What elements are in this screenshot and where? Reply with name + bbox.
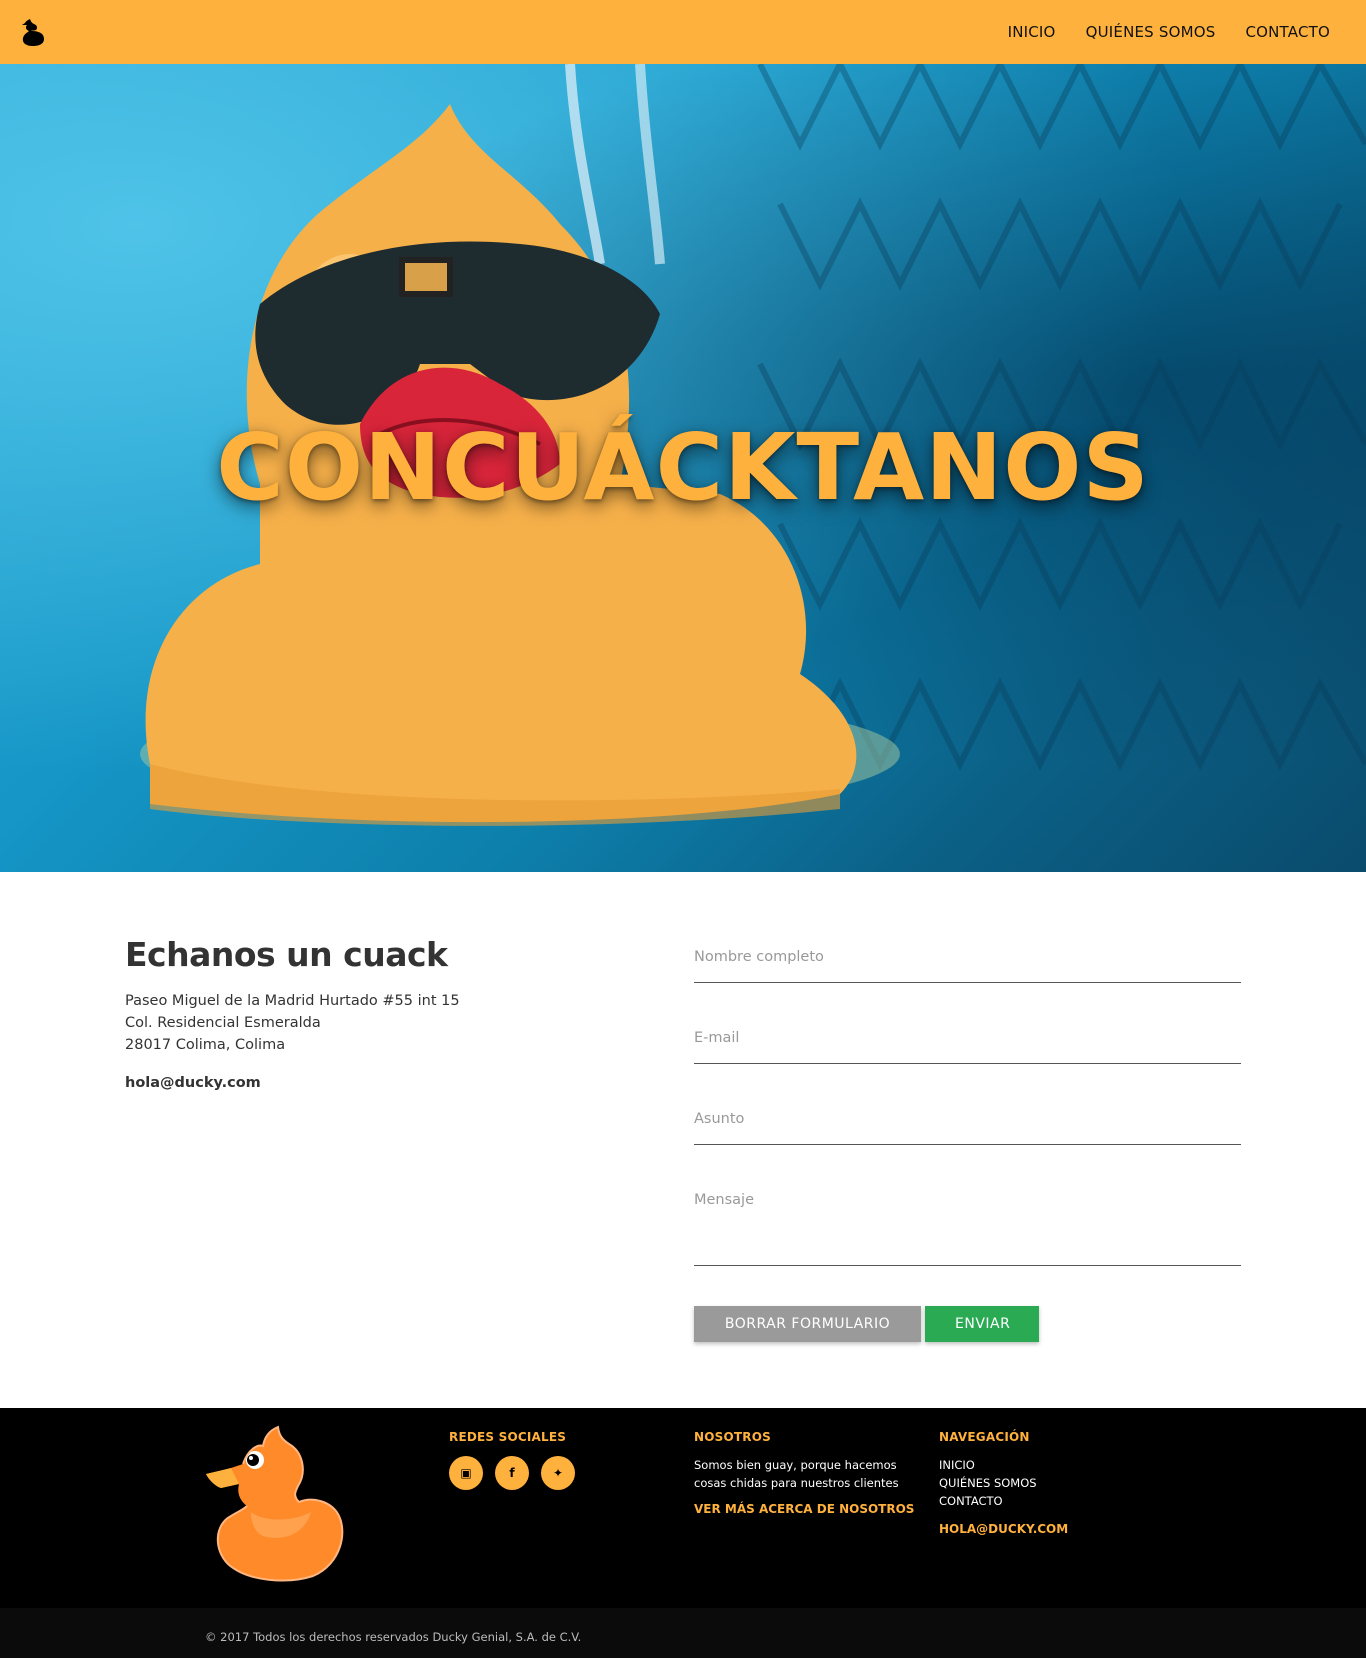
address-line-3: 28017 Colima, Colima	[125, 1037, 286, 1053]
facebook-icon[interactable]: f	[495, 1456, 529, 1490]
nav-item-inicio[interactable]: INICIO	[1008, 23, 1056, 41]
main-nav: INICIO QUIÉNES SOMOS CONTACTO	[1008, 23, 1330, 41]
contact-email[interactable]: hola@ducky.com	[125, 1072, 575, 1094]
message-input[interactable]	[694, 1188, 1241, 1258]
address-line-1: Paseo Miguel de la Madrid Hurtado #55 in…	[125, 993, 460, 1009]
duck-logo-icon[interactable]	[20, 17, 46, 47]
about-text: Somos bien guay, porque hacemos cosas ch…	[694, 1458, 899, 1490]
social-column: REDES SOCIALES ▣ f ✦	[449, 1430, 575, 1490]
footer-nav-contacto[interactable]: CONTACTO	[939, 1492, 1068, 1510]
clear-form-button[interactable]: BORRAR FORMULARIO	[694, 1306, 921, 1342]
subject-field-wrapper	[694, 1107, 1241, 1145]
about-title: NOSOTROS	[694, 1430, 771, 1444]
message-field-wrapper	[694, 1188, 1241, 1266]
subject-input[interactable]	[694, 1107, 1241, 1131]
footer-nav-quienes-somos[interactable]: QUIÉNES SOMOS	[939, 1474, 1068, 1492]
name-input[interactable]	[694, 945, 1241, 969]
name-field-wrapper	[694, 945, 1241, 983]
social-links: ▣ f ✦	[449, 1456, 575, 1490]
contact-info: Echanos un cuack Paseo Miguel de la Madr…	[125, 935, 575, 1094]
hero-banner: CONCUÁCKTANOS	[0, 64, 1366, 872]
about-link[interactable]: VER MÁS ACERCA DE NOSOTROS	[694, 1502, 914, 1516]
nav-item-quienes-somos[interactable]: QUIÉNES SOMOS	[1086, 23, 1216, 41]
about-column: NOSOTROS Somos bien guay, porque hacemos…	[694, 1430, 914, 1516]
duck-mascot-icon	[206, 1425, 344, 1582]
email-field-wrapper	[694, 1026, 1241, 1064]
send-button[interactable]: ENVIAR	[925, 1306, 1039, 1342]
instagram-icon[interactable]: ▣	[449, 1456, 483, 1490]
copyright-text: © 2017 Todos los derechos reservados Duc…	[205, 1630, 582, 1644]
site-footer: REDES SOCIALES ▣ f ✦ NOSOTROS Somos bien…	[0, 1408, 1366, 1658]
footer-nav-inicio[interactable]: INICIO	[939, 1456, 1068, 1474]
contact-heading: Echanos un cuack	[125, 935, 448, 974]
address-line-2: Col. Residencial Esmeralda	[125, 1015, 321, 1031]
site-header: INICIO QUIÉNES SOMOS CONTACTO	[0, 0, 1366, 64]
form-buttons: BORRAR FORMULARIO ENVIAR	[694, 1306, 1241, 1342]
nav-title: NAVEGACIÓN	[939, 1430, 1030, 1444]
nav-column: NAVEGACIÓN INICIO QUIÉNES SOMOS CONTACTO…	[939, 1430, 1068, 1538]
footer-email-link[interactable]: HOLA@DUCKY.COM	[939, 1520, 1068, 1538]
hero-title: CONCUÁCKTANOS	[216, 414, 1150, 521]
contact-form: BORRAR FORMULARIO ENVIAR	[694, 945, 1241, 1342]
nav-item-contacto[interactable]: CONTACTO	[1245, 23, 1330, 41]
email-input[interactable]	[694, 1026, 1241, 1050]
twitter-icon[interactable]: ✦	[541, 1456, 575, 1490]
social-title: REDES SOCIALES	[449, 1430, 567, 1444]
